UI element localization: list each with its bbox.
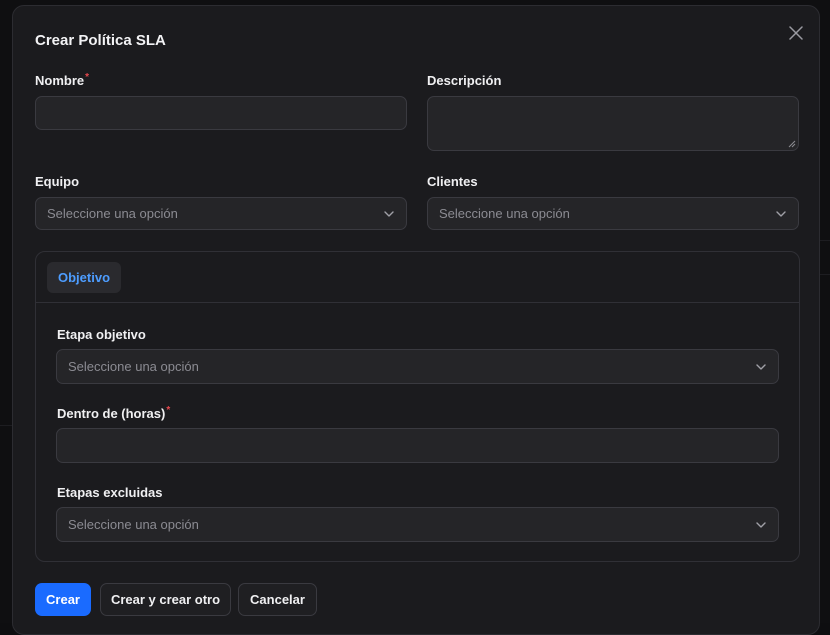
nombre-label: Nombre* <box>35 72 90 88</box>
descripcion-label: Descripción <box>427 73 502 88</box>
backdrop-divider <box>820 274 830 275</box>
close-icon <box>789 26 803 40</box>
create-button[interactable]: Crear <box>35 583 91 616</box>
tab-objetivo[interactable]: Objetivo <box>47 262 122 293</box>
close-button[interactable] <box>786 23 806 43</box>
descripcion-textarea[interactable] <box>427 96 799 151</box>
chevron-down-icon <box>775 208 787 220</box>
etapa-objetivo-select[interactable]: Seleccione una opción <box>56 349 779 384</box>
create-sla-policy-modal: Crear Política SLA Nombre* Descripción E… <box>12 5 820 635</box>
equipo-label: Equipo <box>35 174 80 189</box>
nombre-input[interactable] <box>35 96 407 130</box>
equipo-select[interactable]: Seleccione una opción <box>35 197 407 230</box>
nombre-label-text: Nombre <box>35 73 85 88</box>
resize-grip-icon[interactable] <box>788 140 796 148</box>
clientes-select[interactable]: Seleccione una opción <box>427 197 799 230</box>
etapa-objetivo-placeholder: Seleccione una opción <box>68 359 199 374</box>
backdrop-divider <box>0 425 12 426</box>
panel-tab-bar: Objetivo <box>36 252 799 303</box>
etapa-objetivo-label: Etapa objetivo <box>57 327 146 342</box>
backdrop-divider <box>820 240 830 241</box>
cancel-button[interactable]: Cancelar <box>238 583 317 616</box>
objetivo-panel: Objetivo Etapa objetivo Seleccione una o… <box>35 251 800 562</box>
required-mark: * <box>166 405 171 416</box>
modal-title: Crear Política SLA <box>35 32 166 49</box>
etapas-excluidas-placeholder: Seleccione una opción <box>68 517 199 532</box>
etapas-excluidas-select[interactable]: Seleccione una opción <box>56 507 779 542</box>
required-mark: * <box>85 72 90 83</box>
etapas-excluidas-label: Etapas excluidas <box>57 485 163 500</box>
chevron-down-icon <box>755 519 767 531</box>
chevron-down-icon <box>383 208 395 220</box>
create-another-button[interactable]: Crear y crear otro <box>100 583 231 616</box>
clientes-placeholder: Seleccione una opción <box>439 206 570 221</box>
dentro-de-horas-label-text: Dentro de (horas) <box>57 406 166 421</box>
chevron-down-icon <box>755 361 767 373</box>
dentro-de-horas-label: Dentro de (horas)* <box>57 405 171 421</box>
equipo-placeholder: Seleccione una opción <box>47 206 178 221</box>
dentro-de-horas-input[interactable] <box>56 428 779 463</box>
clientes-label: Clientes <box>427 174 478 189</box>
